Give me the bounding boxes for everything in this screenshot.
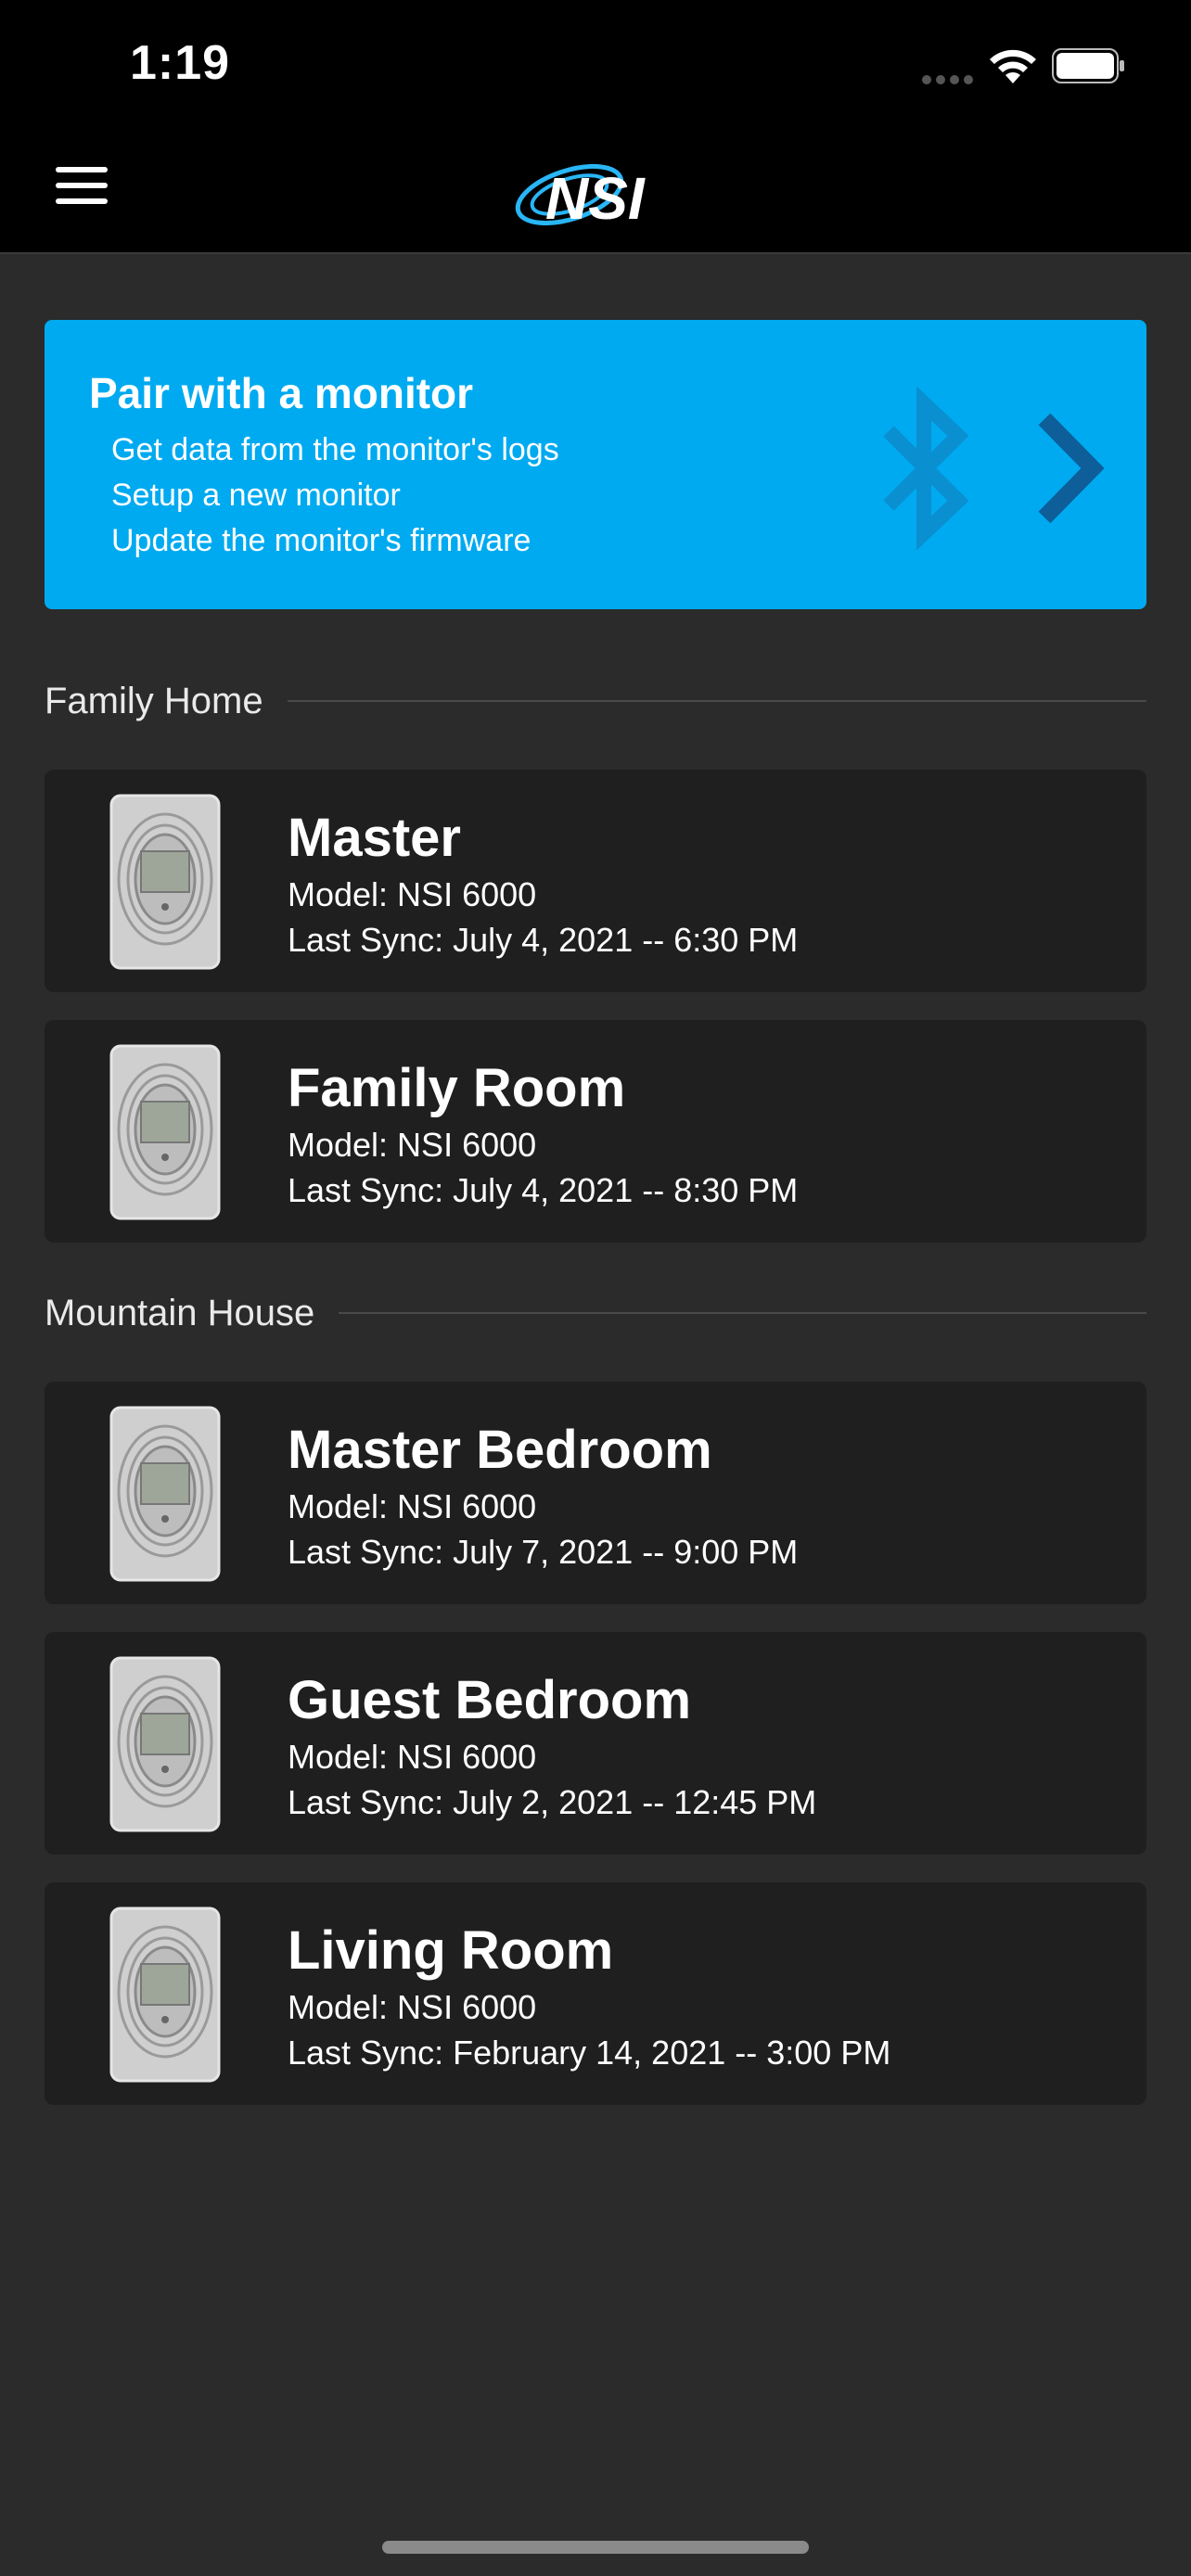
status-time: 1:19: [130, 36, 231, 90]
pair-card-line: Update the monitor's firmware: [111, 523, 531, 558]
monitor-device-image: [109, 1044, 221, 1220]
cellular-signal-icon: [922, 72, 978, 89]
monitor-device-image: [109, 1406, 221, 1582]
nav-bar: NSI: [0, 130, 1191, 254]
home-indicator[interactable]: [382, 2541, 809, 2554]
monitor-device-image: [109, 1906, 221, 2083]
wifi-icon: [990, 49, 1036, 83]
device-last-sync: Last Sync: July 4, 2021 -- 6:30 PM: [288, 921, 799, 959]
pair-monitor-card[interactable]: Pair with a monitor Get data from the mo…: [45, 320, 1146, 609]
device-name: Guest Bedroom: [288, 1670, 692, 1730]
device-last-sync: Last Sync: July 7, 2021 -- 9:00 PM: [288, 1533, 799, 1571]
divider: [339, 1312, 1146, 1314]
device-name: Master: [288, 808, 461, 868]
group-header-mountain-house: Mountain House: [45, 1285, 1146, 1341]
device-model: Model: NSI 6000: [288, 1126, 537, 1164]
pair-card-line: Setup a new monitor: [111, 478, 401, 513]
device-model: Model: NSI 6000: [288, 875, 537, 913]
device-name: Family Room: [288, 1058, 626, 1118]
device-card[interactable]: Master Bedroom Model: NSI 6000 Last Sync…: [45, 1382, 1146, 1604]
device-model: Model: NSI 6000: [288, 1988, 537, 2026]
group-header-family-home: Family Home: [45, 673, 1146, 729]
device-last-sync: Last Sync: July 2, 2021 -- 12:45 PM: [288, 1783, 817, 1821]
chevron-right-icon: [1038, 413, 1105, 524]
device-model: Model: NSI 6000: [288, 1738, 537, 1776]
monitor-device-image: [109, 1656, 221, 1832]
logo-text: NSI: [545, 165, 646, 232]
device-name: Master Bedroom: [288, 1420, 712, 1480]
device-last-sync: Last Sync: February 14, 2021 -- 3:00 PM: [288, 2034, 891, 2072]
monitor-device-image: [109, 794, 221, 970]
device-model: Model: NSI 6000: [288, 1487, 537, 1525]
device-last-sync: Last Sync: July 4, 2021 -- 8:30 PM: [288, 1171, 799, 1209]
bluetooth-icon: [883, 386, 969, 551]
battery-icon: [1052, 48, 1124, 83]
group-title: Mountain House: [45, 1292, 315, 1333]
device-card[interactable]: Guest Bedroom Model: NSI 6000 Last Sync:…: [45, 1632, 1146, 1855]
nsi-logo: NSI: [515, 163, 646, 232]
pair-card-title: Pair with a monitor: [89, 369, 474, 417]
divider: [287, 700, 1146, 702]
menu-icon[interactable]: [56, 167, 108, 208]
pair-card-lines: Get data from the monitor's logs Setup a…: [111, 427, 559, 564]
pair-card-line: Get data from the monitor's logs: [111, 432, 559, 467]
device-card[interactable]: Living Room Model: NSI 6000 Last Sync: F…: [45, 1882, 1146, 2105]
device-card[interactable]: Family Room Model: NSI 6000 Last Sync: J…: [45, 1020, 1146, 1243]
device-card[interactable]: Master Model: NSI 6000 Last Sync: July 4…: [45, 770, 1146, 992]
status-bar: 1:19: [0, 0, 1191, 130]
group-title: Family Home: [45, 680, 263, 721]
device-name: Living Room: [288, 1920, 614, 1981]
